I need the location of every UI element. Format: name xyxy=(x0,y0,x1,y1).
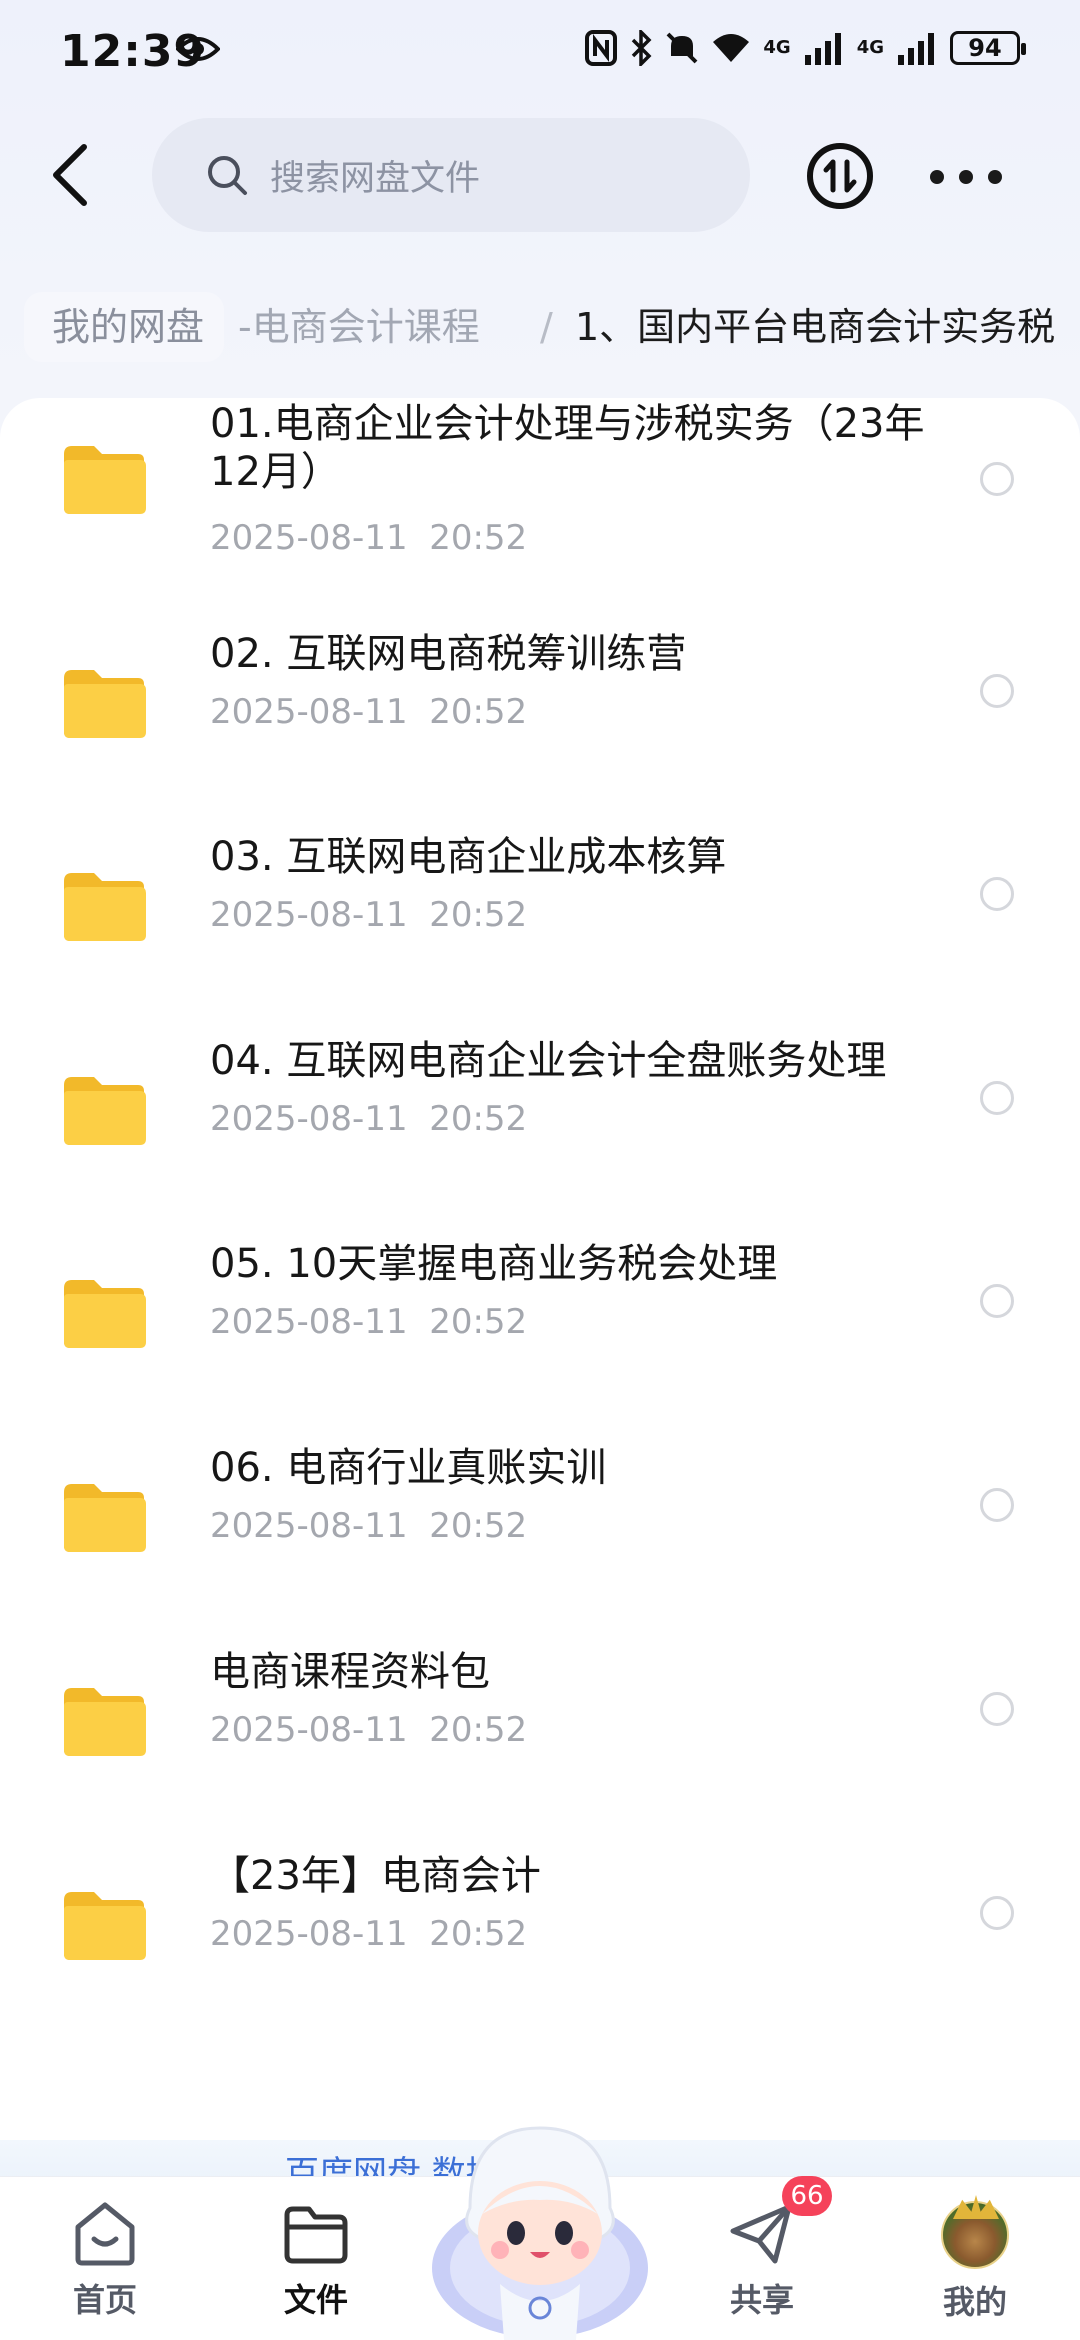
select-checkbox[interactable] xyxy=(980,877,1014,911)
status-icons: 4G 4G 94 xyxy=(585,30,1026,66)
file-date: 2025-08-11 20:52 xyxy=(210,895,528,935)
file-name: 05. 10天掌握电商业务税会处理 xyxy=(210,1241,778,1287)
file-name: 04. 互联网电商企业会计全盘账务处理 xyxy=(210,1038,887,1084)
breadcrumb-parent[interactable]: -电商会计课程 xyxy=(238,292,480,362)
select-checkbox[interactable] xyxy=(980,1284,1014,1318)
file-date: 2025-08-11 20:52 xyxy=(210,1506,528,1546)
nav-mine[interactable]: 我的 xyxy=(905,2201,1045,2323)
list-item[interactable]: 03. 互联网电商企业成本核算 2025-08-11 20:52 xyxy=(0,833,1080,1023)
file-date: 2025-08-11 20:52 xyxy=(210,1099,528,1139)
transfer-icon[interactable] xyxy=(806,142,874,210)
list-item[interactable]: 01.电商企业会计处理与涉税实务（23年12月） 2025-08-11 20:52 xyxy=(0,401,1080,600)
search-input[interactable]: 搜索网盘文件 xyxy=(152,118,750,232)
home-icon xyxy=(75,2202,135,2266)
file-name: 02. 互联网电商税筹训练营 xyxy=(210,631,687,677)
bluetooth-icon xyxy=(632,30,652,66)
list-item[interactable]: 电商课程资料包 2025-08-11 20:52 xyxy=(0,1648,1080,1838)
nav-mine-label: 我的 xyxy=(942,2283,1007,2321)
list-item[interactable]: 06. 电商行业真账实训 2025-08-11 20:52 xyxy=(0,1444,1080,1634)
share-icon xyxy=(730,2204,792,2264)
folder-nav-icon xyxy=(284,2206,348,2264)
folder-icon xyxy=(64,1892,146,1960)
eye-icon xyxy=(176,37,220,61)
network-label-1: 4G xyxy=(763,37,791,58)
breadcrumb-current: 1、国内平台电商会计实务税 xyxy=(575,305,1056,349)
breadcrumb: 我的网盘 -电商会计课程 / 1、国内平台电商会计实务税 xyxy=(0,290,1080,366)
nav-home[interactable]: 首页 xyxy=(35,2201,175,2321)
wifi-icon xyxy=(713,34,750,62)
more-icon[interactable] xyxy=(930,160,1002,194)
select-checkbox[interactable] xyxy=(980,1896,1014,1930)
file-date: 2025-08-11 20:52 xyxy=(210,692,528,732)
folder-icon xyxy=(64,1077,146,1145)
list-item[interactable]: 04. 互联网电商企业会计全盘账务处理 2025-08-11 20:52 xyxy=(0,1037,1080,1227)
battery-level: 94 xyxy=(968,34,1002,62)
avatar xyxy=(941,2201,1009,2269)
share-badge: 66 xyxy=(782,2176,832,2216)
signal-icon-2 xyxy=(898,33,934,65)
signal-icon xyxy=(804,33,841,65)
network-label-2: 4G xyxy=(856,37,884,58)
file-date: 2025-08-11 20:52 xyxy=(210,1302,528,1342)
select-checkbox[interactable] xyxy=(980,1692,1014,1726)
select-checkbox[interactable] xyxy=(980,1488,1014,1522)
folder-icon xyxy=(64,873,146,941)
mute-icon xyxy=(666,32,698,64)
breadcrumb-separator: / xyxy=(540,305,553,349)
file-name: 电商课程资料包 xyxy=(210,1649,490,1695)
back-arrow-icon xyxy=(53,144,87,206)
folder-icon xyxy=(64,446,146,514)
status-bar: 12:39 4G 4G 94 xyxy=(0,0,1080,100)
nav-files-label: 文件 xyxy=(283,2281,348,2319)
mascot-button[interactable] xyxy=(430,2118,650,2340)
file-date: 2025-08-11 20:52 xyxy=(210,1710,528,1750)
nav-share[interactable]: 共享 xyxy=(692,2201,832,2321)
breadcrumb-root[interactable]: 我的网盘 xyxy=(24,292,225,362)
folder-icon xyxy=(64,1484,146,1552)
file-name: 【23年】电商会计 xyxy=(210,1853,541,1899)
select-checkbox[interactable] xyxy=(980,674,1014,708)
select-checkbox[interactable] xyxy=(980,1081,1014,1115)
file-date: 2025-08-11 20:52 xyxy=(210,1914,528,1954)
folder-icon xyxy=(64,670,146,738)
back-button[interactable] xyxy=(40,140,100,210)
folder-icon xyxy=(64,1688,146,1756)
nav-share-label: 共享 xyxy=(729,2281,794,2319)
select-checkbox[interactable] xyxy=(980,462,1014,496)
file-name: 06. 电商行业真账实训 xyxy=(210,1445,607,1491)
search-placeholder: 搜索网盘文件 xyxy=(270,158,481,199)
file-name: 01.电商企业会计处理与涉税实务（23年12月） xyxy=(210,401,925,495)
list-item[interactable]: 02. 互联网电商税筹训练营 2025-08-11 20:52 xyxy=(0,630,1080,820)
battery-icon: 94 xyxy=(950,31,1026,65)
nav-files[interactable]: 文件 xyxy=(246,2201,386,2321)
nfc-icon xyxy=(585,30,618,66)
file-date: 2025-08-11 20:52 xyxy=(210,518,528,558)
folder-icon xyxy=(64,1280,146,1348)
list-item[interactable]: 【23年】电商会计 2025-08-11 20:52 xyxy=(0,1852,1080,2042)
search-icon xyxy=(208,156,247,195)
list-item[interactable]: 05. 10天掌握电商业务税会处理 2025-08-11 20:52 xyxy=(0,1240,1080,1430)
file-name: 03. 互联网电商企业成本核算 xyxy=(210,834,727,880)
nav-home-label: 首页 xyxy=(72,2281,137,2319)
